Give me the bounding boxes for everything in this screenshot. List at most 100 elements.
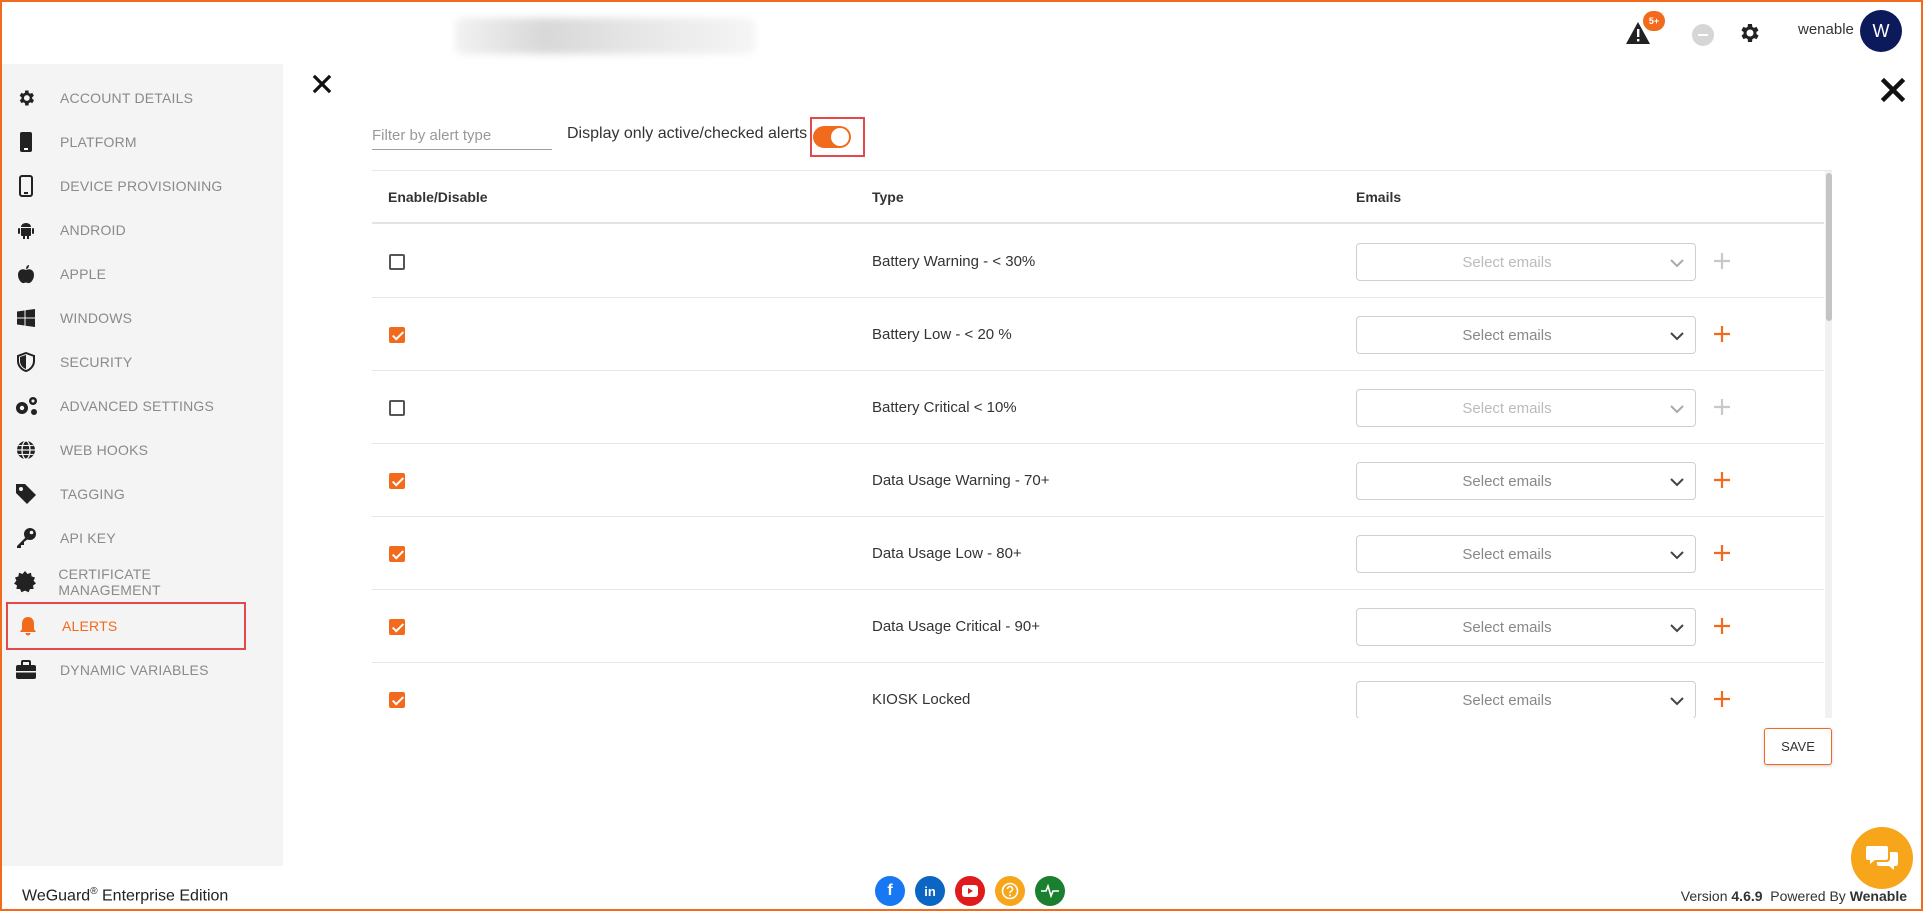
sidebar-item-apple[interactable]: APPLE: [6, 252, 246, 296]
linkedin-icon[interactable]: in: [915, 876, 945, 906]
sidebar-item-device-provisioning[interactable]: DEVICE PROVISIONING: [6, 164, 246, 208]
alert-type: Battery Low - < 20 %: [872, 326, 1012, 343]
powered-by-name: Wenable: [1849, 888, 1907, 904]
sidebar-item-web-hooks[interactable]: WEB HOOKS: [6, 428, 246, 472]
sidebar-item-windows[interactable]: WINDOWS: [6, 296, 246, 340]
table-row: KIOSK Locked Select emails: [372, 663, 1824, 718]
key-icon: [12, 524, 40, 552]
apple-icon: [12, 260, 40, 288]
enable-checkbox[interactable]: [389, 692, 405, 708]
select-emails-placeholder: Select emails: [1462, 692, 1552, 709]
avatar[interactable]: W: [1860, 10, 1902, 52]
brand-text: WeGuard® Enterprise Edition: [22, 886, 228, 905]
youtube-icon[interactable]: [955, 876, 985, 906]
select-emails-dropdown[interactable]: Select emails: [1356, 316, 1696, 354]
briefcase-icon: [12, 656, 40, 684]
minus-circle-icon[interactable]: [1692, 24, 1714, 46]
save-button[interactable]: SAVE: [1764, 728, 1832, 765]
blurred-logo: [455, 18, 755, 54]
enable-checkbox[interactable]: [389, 473, 405, 489]
sidebar-item-advanced-settings[interactable]: ADVANCED SETTINGS: [6, 384, 246, 428]
scrollbar-thumb[interactable]: [1826, 173, 1832, 321]
sidebar-item-label: API KEY: [60, 530, 116, 546]
select-emails-dropdown[interactable]: Select emails: [1356, 608, 1696, 646]
shield-icon: [12, 348, 40, 376]
enable-checkbox[interactable]: [389, 619, 405, 635]
sidebar-item-label: DYNAMIC VARIABLES: [60, 662, 209, 678]
table-row: Battery Critical < 10% Select emails: [372, 371, 1824, 444]
sidebar-item-label: PLATFORM: [60, 134, 137, 150]
column-header-emails: Emails: [1356, 189, 1402, 205]
filter-alert-type-input[interactable]: [372, 122, 552, 150]
sidebar-item-label: DEVICE PROVISIONING: [60, 178, 223, 194]
chat-icon[interactable]: [1851, 827, 1913, 889]
sidebar-item-security[interactable]: SECURITY: [6, 340, 246, 384]
chevron-down-icon: [1669, 402, 1685, 416]
tag-icon: [12, 480, 40, 508]
version-label: Version: [1680, 888, 1732, 904]
alert-type: Data Usage Warning - 70+: [872, 472, 1050, 489]
brand-edition: Enterprise Edition: [97, 887, 229, 905]
sidebar-item-certificate-management[interactable]: CERTIFICATE MANAGEMENT: [6, 560, 246, 604]
add-email-icon[interactable]: [1708, 247, 1736, 275]
gear-icon[interactable]: [1736, 20, 1762, 46]
gear-icon: [12, 84, 40, 112]
add-email-icon[interactable]: [1708, 612, 1736, 640]
chevron-down-icon: [1669, 621, 1685, 635]
sidebar-item-alerts[interactable]: ALERTS: [6, 602, 246, 650]
certificate-icon: [12, 568, 38, 596]
enable-checkbox[interactable]: [389, 546, 405, 562]
sidebar-item-android[interactable]: ANDROID: [6, 208, 246, 252]
help-icon[interactable]: [995, 876, 1025, 906]
sidebar-item-label: SECURITY: [60, 354, 133, 370]
select-emails-placeholder: Select emails: [1462, 546, 1552, 563]
sidebar-item-tagging[interactable]: TAGGING: [6, 472, 246, 516]
facebook-icon[interactable]: f: [875, 876, 905, 906]
table-row: Battery Low - < 20 % Select emails: [372, 298, 1824, 371]
add-email-icon[interactable]: [1708, 466, 1736, 494]
select-emails-dropdown[interactable]: Select emails: [1356, 389, 1696, 427]
add-email-icon[interactable]: [1708, 320, 1736, 348]
add-email-icon[interactable]: [1708, 539, 1736, 567]
alert-type: Data Usage Low - 80+: [872, 545, 1022, 562]
powered-by-label: Powered By: [1762, 888, 1850, 904]
health-pulse-icon[interactable]: [1035, 876, 1065, 906]
chevron-down-icon: [1669, 256, 1685, 270]
select-emails-placeholder: Select emails: [1462, 619, 1552, 636]
select-emails-dropdown[interactable]: Select emails: [1356, 535, 1696, 573]
sidebar-item-label: WEB HOOKS: [60, 442, 149, 458]
brand-name: WeGuard: [22, 887, 91, 905]
enable-checkbox[interactable]: [389, 254, 405, 270]
close-panel-icon[interactable]: [310, 72, 334, 96]
sidebar-item-dynamic-variables[interactable]: DYNAMIC VARIABLES: [6, 648, 246, 692]
select-emails-placeholder: Select emails: [1462, 473, 1552, 490]
select-emails-dropdown[interactable]: Select emails: [1356, 243, 1696, 281]
table-row: Data Usage Critical - 90+ Select emails: [372, 590, 1824, 663]
table-header: Enable/Disable Type Emails: [372, 171, 1824, 224]
sidebar-item-api-key[interactable]: API KEY: [6, 516, 246, 560]
sidebar-item-account-details[interactable]: ACCOUNT DETAILS: [6, 76, 246, 120]
active-alerts-toggle[interactable]: [813, 126, 851, 148]
username[interactable]: wenable: [1798, 21, 1854, 38]
sidebar-item-label: ALERTS: [62, 618, 118, 634]
select-emails-dropdown[interactable]: Select emails: [1356, 681, 1696, 718]
sidebar-item-label: ADVANCED SETTINGS: [60, 398, 215, 414]
gears-icon: [12, 392, 40, 420]
select-emails-dropdown[interactable]: Select emails: [1356, 462, 1696, 500]
chevron-down-icon: [1669, 694, 1685, 708]
sidebar-item-label: WINDOWS: [60, 310, 133, 326]
table-row: Data Usage Low - 80+ Select emails: [372, 517, 1824, 590]
version-text: Version 4.6.9 Powered By Wenable: [1681, 888, 1907, 904]
table-row: Data Usage Warning - 70+ Select emails: [372, 444, 1824, 517]
close-icon[interactable]: [1880, 77, 1906, 103]
chevron-down-icon: [1669, 548, 1685, 562]
sidebar: ACCOUNT DETAILS PLATFORM DEVICE PROVISIO…: [2, 64, 283, 866]
select-emails-placeholder: Select emails: [1462, 327, 1552, 344]
toggle-knob: [831, 128, 849, 146]
sidebar-item-label: TAGGING: [60, 486, 125, 502]
add-email-icon[interactable]: [1708, 685, 1736, 713]
enable-checkbox[interactable]: [389, 327, 405, 343]
sidebar-item-platform[interactable]: PLATFORM: [6, 120, 246, 164]
add-email-icon[interactable]: [1708, 393, 1736, 421]
enable-checkbox[interactable]: [389, 400, 405, 416]
